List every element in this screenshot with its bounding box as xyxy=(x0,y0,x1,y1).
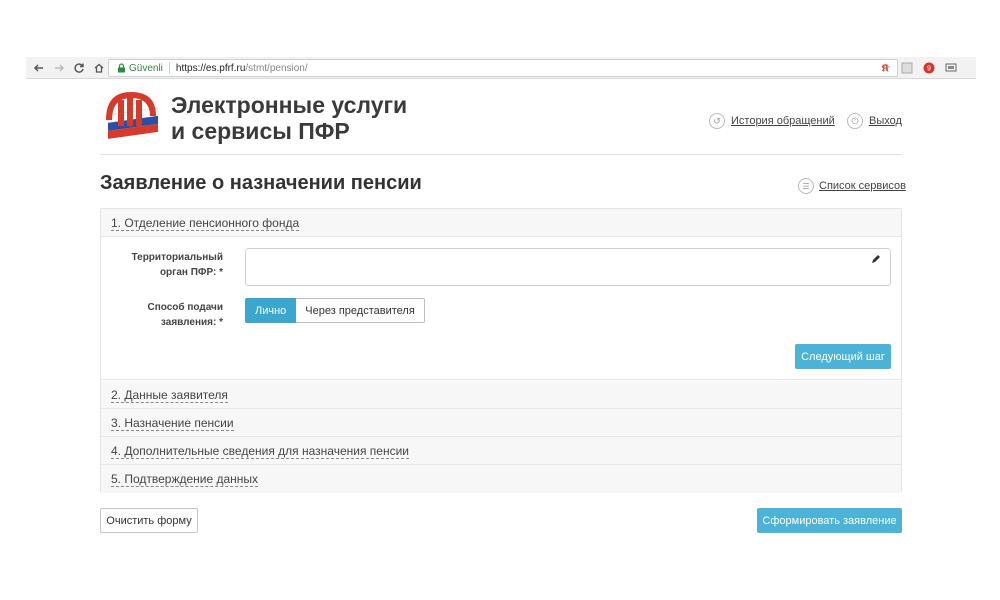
step-4-header[interactable]: 4. Дополнительные сведения для назначени… xyxy=(101,437,901,465)
arrow-left-icon xyxy=(33,63,43,72)
reload-icon xyxy=(74,62,84,73)
territorial-label-line2: орган ПФР: * xyxy=(121,265,223,280)
services-list-link[interactable]: ☰ Список сервисов xyxy=(798,178,906,194)
step-1-header[interactable]: 1. Отделение пенсионного фонда xyxy=(101,209,901,237)
step-5-label: 5. Подтверждение данных xyxy=(111,472,259,487)
pfr-logo[interactable] xyxy=(100,86,162,148)
logout-link[interactable]: ⏻ Выход xyxy=(847,113,902,129)
method-option-representative[interactable]: Через представителя xyxy=(296,298,425,323)
step-1-body: Территориальный орган ПФР: * Способ пода… xyxy=(101,238,901,380)
application-steps: 1. Отделение пенсионного фонда Территори… xyxy=(100,208,902,493)
method-label-text: заявления: xyxy=(160,317,217,328)
url-host: https://es.pfrf.ru xyxy=(175,62,246,74)
territorial-office-field[interactable] xyxy=(245,248,891,286)
method-label-line2: заявления: * xyxy=(121,315,223,330)
site-title-line2: и сервисы ПФР xyxy=(171,118,350,144)
back-button[interactable] xyxy=(30,59,48,77)
home-button[interactable] xyxy=(90,59,108,77)
svg-text:9: 9 xyxy=(927,66,931,73)
extension-icon[interactable] xyxy=(900,61,914,75)
step-2-header[interactable]: 2. Данные заявителя xyxy=(101,381,901,409)
services-list-label: Список сервисов xyxy=(819,180,906,192)
required-mark: * xyxy=(219,317,223,328)
submit-application-button[interactable]: Сформировать заявление xyxy=(757,508,902,533)
required-mark: * xyxy=(219,267,223,278)
method-label-line1: Способ подачи xyxy=(147,302,224,313)
pencil-icon[interactable] xyxy=(870,253,882,268)
territorial-label: Территориальный орган ПФР: * xyxy=(121,250,223,280)
method-label: Способ подачи заявления: * xyxy=(121,300,224,330)
arrow-right-icon xyxy=(55,63,65,72)
url-path: /stmt/pension/ xyxy=(245,62,308,74)
logout-icon: ⏻ xyxy=(847,113,863,129)
cast-icon[interactable] xyxy=(944,61,958,75)
step-1-label: 1. Отделение пенсионного фонда xyxy=(111,216,300,231)
site-title-line1: Электронные услуги xyxy=(171,92,408,118)
reload-button[interactable] xyxy=(70,59,88,77)
lock-icon xyxy=(115,62,127,74)
step-2-label: 2. Данные заявителя xyxy=(111,388,228,403)
page-title: Заявление о назначении пенсии xyxy=(100,172,422,194)
history-icon: ↺ xyxy=(709,113,725,129)
territorial-label-text: орган ПФР: xyxy=(159,267,217,278)
history-link[interactable]: ↺ История обращений xyxy=(709,113,835,129)
site-title: Электронные услуги и сервисы ПФР xyxy=(171,92,407,144)
home-icon xyxy=(94,63,104,73)
header-divider xyxy=(100,154,902,155)
yandex-extension-icon[interactable]: Я xyxy=(878,61,892,75)
step-4-label: 4. Дополнительные сведения для назначени… xyxy=(111,444,409,459)
address-bar[interactable]: Güvenli https://es.pfrf.ru/stmt/pension/… xyxy=(108,59,898,77)
territorial-label-line1: Территориальный xyxy=(131,252,223,263)
submission-method-toggle: Лично Через представителя xyxy=(245,298,425,323)
secure-label: Güvenli xyxy=(129,62,163,74)
omnibox-divider xyxy=(168,62,170,74)
adblock-extension-icon[interactable]: 9 xyxy=(922,61,936,75)
step-3-label: 3. Назначение пенсии xyxy=(111,416,234,431)
history-label: История обращений xyxy=(731,115,835,127)
step-3-header[interactable]: 3. Назначение пенсии xyxy=(101,409,901,437)
forward-button[interactable] xyxy=(50,59,68,77)
browser-toolbar: Güvenli https://es.pfrf.ru/stmt/pension/… xyxy=(26,57,976,79)
clear-form-button[interactable]: Очистить форму xyxy=(100,508,198,533)
step-5-header[interactable]: 5. Подтверждение данных xyxy=(101,465,901,493)
logout-label: Выход xyxy=(869,115,902,127)
next-step-button[interactable]: Следующий шаг xyxy=(795,344,891,369)
method-option-personal[interactable]: Лично xyxy=(245,298,297,323)
list-icon: ☰ xyxy=(798,178,814,194)
